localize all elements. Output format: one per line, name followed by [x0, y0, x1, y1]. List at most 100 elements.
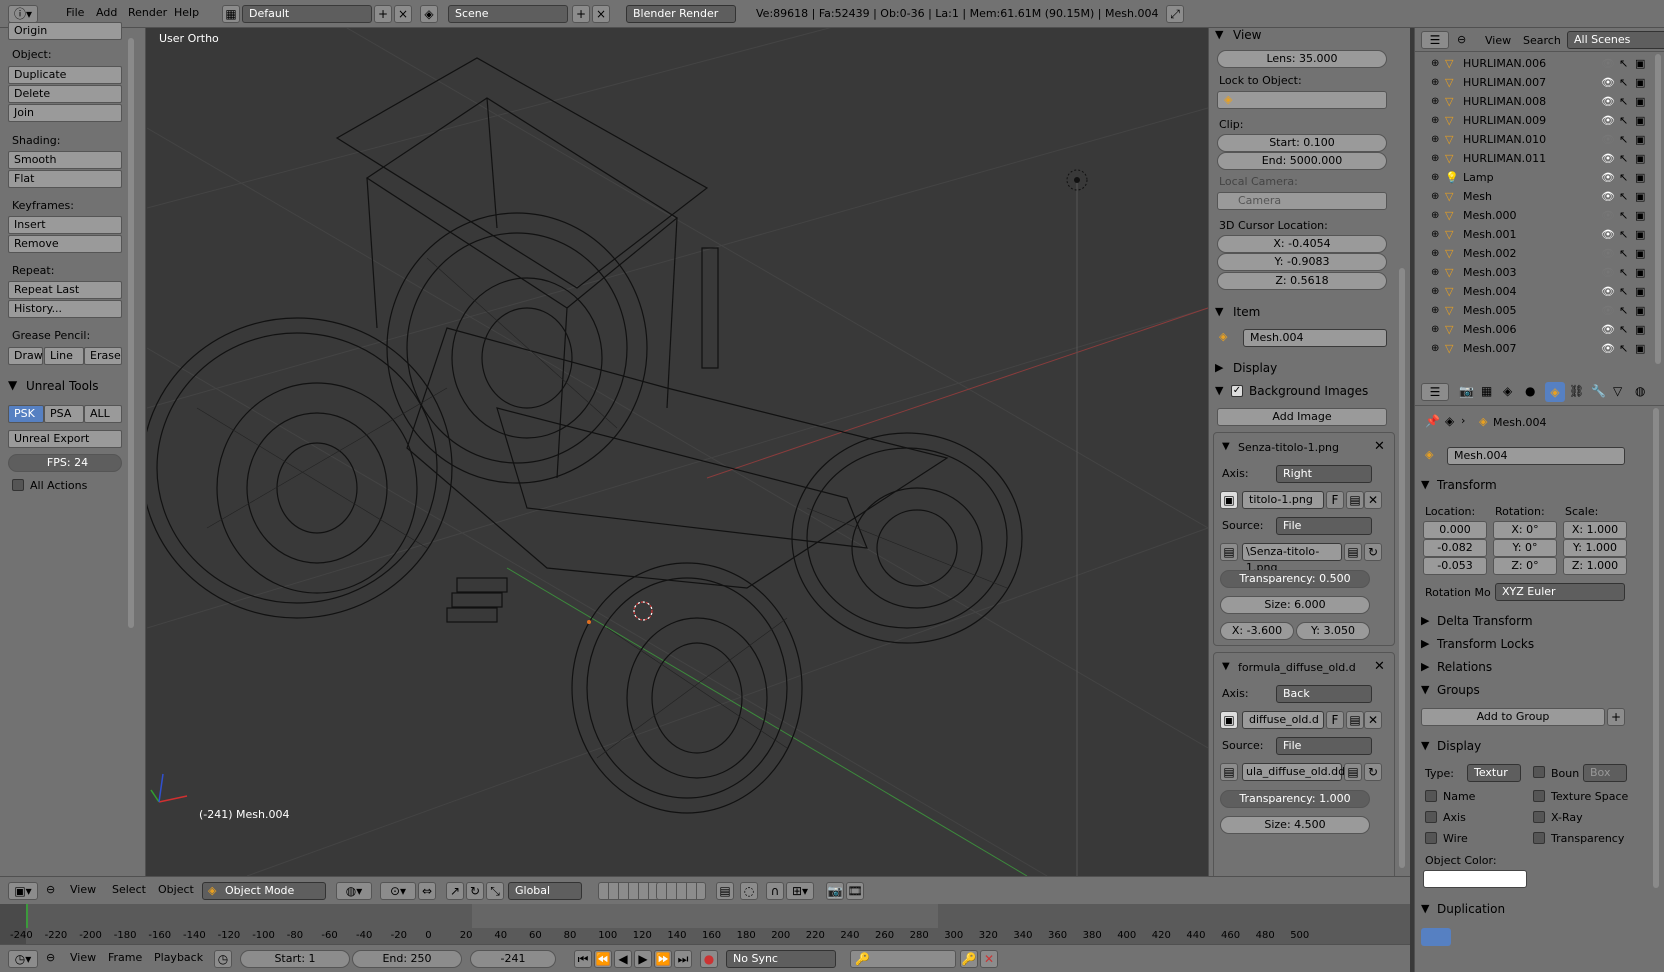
transform-locks-title[interactable]: Transform Locks [1437, 637, 1534, 651]
cursor-z-field[interactable]: Z: 0.5618 [1217, 272, 1387, 290]
grease-erase-button[interactable]: Erase [84, 347, 122, 365]
outliner-scrollbar[interactable] [1655, 54, 1661, 364]
unreal-tools-title[interactable]: Unreal Tools [26, 379, 99, 393]
location-field[interactable]: -0.082 [1423, 539, 1487, 557]
snap-icon[interactable]: ∩ [766, 882, 784, 900]
sync-mode-select[interactable]: No Sync [726, 950, 836, 968]
lens-field[interactable]: Lens: 35.000 [1217, 50, 1387, 68]
size-field[interactable]: Size: 6.000 [1220, 596, 1370, 614]
collapse-menus-icon[interactable]: ⊖ [46, 883, 55, 896]
collapse-arrow-icon[interactable]: ▼ [1215, 28, 1223, 41]
tab-all[interactable]: ALL [84, 405, 122, 423]
expand-icon[interactable]: ⊕ [1431, 130, 1439, 149]
outliner-row[interactable]: ⊕ ▽ Mesh.007 👁 ↖ ▣ [1415, 339, 1664, 358]
outliner-row[interactable]: ⊕ ▽ Mesh.001 👁 ↖ ▣ [1415, 225, 1664, 244]
origin-button[interactable]: Origin [8, 22, 122, 40]
outliner-row[interactable]: ⊕ ▽ HURLIMAN.007 👁 ↖ ▣ [1415, 73, 1664, 92]
next-keyframe-icon[interactable]: ⏩ [654, 950, 672, 968]
clip-start-field[interactable]: Start: 0.100 [1217, 134, 1387, 152]
expand-arrow-icon[interactable]: ▶ [1421, 637, 1429, 650]
grease-draw-button[interactable]: Draw [8, 347, 43, 365]
eye-icon[interactable]: 👁 [1601, 206, 1615, 225]
outliner-editor-icon[interactable]: ☰ [1421, 31, 1449, 49]
scale-field[interactable]: Y: 1.000 [1563, 539, 1627, 557]
select-arrow-icon[interactable]: ↖ [1619, 149, 1628, 168]
rotation-mode-select[interactable]: XYZ Euler [1495, 583, 1625, 601]
current-frame-indicator[interactable] [26, 904, 28, 928]
menu-frame[interactable]: Frame [108, 951, 142, 964]
3d-view-editor-icon[interactable]: ▣▾ [8, 882, 38, 900]
data-tab-icon[interactable]: ▽ [1613, 384, 1622, 398]
collapse-arrow-icon[interactable]: ▼ [8, 378, 17, 392]
duplication-none-tab[interactable] [1421, 928, 1451, 946]
viewport-shading-icon[interactable]: ◍▾ [336, 882, 372, 900]
axis-select[interactable]: Right [1276, 465, 1372, 483]
offset-y-field[interactable]: Y: 3.050 [1296, 622, 1370, 640]
expand-arrow-icon[interactable]: ▶ [1421, 660, 1429, 673]
repeat-last-button[interactable]: Repeat Last [8, 281, 122, 299]
expand-icon[interactable]: ⊕ [1431, 301, 1439, 320]
menu-playback[interactable]: Playback [154, 951, 203, 964]
reload-icon[interactable]: ↻ [1364, 543, 1382, 561]
menu-object[interactable]: Object [158, 883, 194, 896]
current-frame-field[interactable]: -241 [470, 950, 556, 968]
expand-icon[interactable]: ⊕ [1431, 187, 1439, 206]
fake-user-button[interactable]: F [1326, 491, 1344, 509]
bg-images-checkbox[interactable]: ✓ [1231, 385, 1243, 397]
bg-images-title[interactable]: Background Images [1249, 384, 1368, 398]
outliner-row[interactable]: ⊕ ▽ HURLIMAN.011 👁 ↖ ▣ [1415, 149, 1664, 168]
relations-title[interactable]: Relations [1437, 660, 1492, 674]
rotation-field[interactable]: Y: 0° [1493, 539, 1557, 557]
browse-folder-icon[interactable]: ▤ [1344, 763, 1362, 781]
item-panel-title[interactable]: Item [1233, 305, 1260, 319]
collapse-arrow-icon[interactable]: ▼ [1215, 384, 1223, 397]
xray-checkbox[interactable] [1533, 811, 1545, 823]
add-scene-icon[interactable]: + [572, 5, 590, 23]
manipulator-icon[interactable]: ⇔ [418, 882, 436, 900]
select-arrow-icon[interactable]: ↖ [1619, 130, 1628, 149]
outliner-item-name[interactable]: Mesh.004 [1463, 282, 1516, 301]
outliner-item-name[interactable]: HURLIMAN.009 [1463, 111, 1546, 130]
constraints-tab-icon[interactable]: ⛓ [1569, 384, 1584, 398]
proportional-edit-icon[interactable]: ◌ [740, 882, 758, 900]
delta-transform-title[interactable]: Delta Transform [1437, 614, 1533, 628]
expand-arrow-icon[interactable]: ▶ [1421, 614, 1429, 627]
render-tab-icon[interactable]: 📷 [1459, 384, 1474, 398]
wire-checkbox[interactable] [1425, 832, 1437, 844]
outliner-item-name[interactable]: HURLIMAN.007 [1463, 73, 1546, 92]
select-arrow-icon[interactable]: ↖ [1619, 225, 1628, 244]
outliner-row[interactable]: ⊕ ▽ Mesh.000 👁 ↖ ▣ [1415, 206, 1664, 225]
outliner-item-name[interactable]: HURLIMAN.006 [1463, 54, 1546, 73]
join-button[interactable]: Join [8, 104, 122, 122]
pin-icon[interactable]: 📌 [1425, 414, 1440, 428]
collapse-arrow-icon[interactable]: ▼ [1421, 683, 1429, 696]
menu-file[interactable]: File [66, 6, 84, 19]
scale-field[interactable]: Z: 1.000 [1563, 557, 1627, 575]
expand-icon[interactable]: ⊕ [1431, 168, 1439, 187]
outliner-menu-search[interactable]: Search [1523, 34, 1561, 47]
display-mode-select[interactable]: All Scenes [1567, 31, 1664, 49]
axis-select[interactable]: Back [1276, 685, 1372, 703]
jump-start-icon[interactable]: ⏮ [574, 950, 592, 968]
render-camera-icon[interactable]: ▣ [1635, 225, 1645, 244]
image-icon[interactable]: ▣ [1220, 711, 1238, 729]
duplication-title[interactable]: Duplication [1437, 902, 1505, 916]
menu-help[interactable]: Help [174, 6, 199, 19]
lock-layers-icon[interactable]: ▤ [716, 882, 734, 900]
add-layout-icon[interactable]: + [374, 5, 392, 23]
outliner-item-name[interactable]: Mesh.005 [1463, 301, 1516, 320]
add-to-group-button[interactable]: Add to Group [1421, 708, 1605, 726]
outliner-item-name[interactable]: Mesh [1463, 187, 1492, 206]
scale-manipulator-icon[interactable]: ⤡ [486, 882, 504, 900]
menu-view[interactable]: View [70, 883, 96, 896]
size-field[interactable]: Size: 4.500 [1220, 816, 1370, 834]
auto-keying-icon[interactable]: ● [700, 950, 718, 968]
outliner-row[interactable]: ⊕ ▽ Mesh 👁 ↖ ▣ [1415, 187, 1664, 206]
local-camera-field[interactable]: Camera [1217, 192, 1387, 210]
source-select[interactable]: File [1276, 737, 1372, 755]
expand-icon[interactable]: ⊕ [1431, 92, 1439, 111]
eye-icon[interactable]: 👁 [1601, 92, 1615, 111]
render-camera-icon[interactable]: ▣ [1635, 301, 1645, 320]
jump-end-icon[interactable]: ⏭ [674, 950, 692, 968]
eye-icon[interactable]: 👁 [1601, 130, 1615, 149]
